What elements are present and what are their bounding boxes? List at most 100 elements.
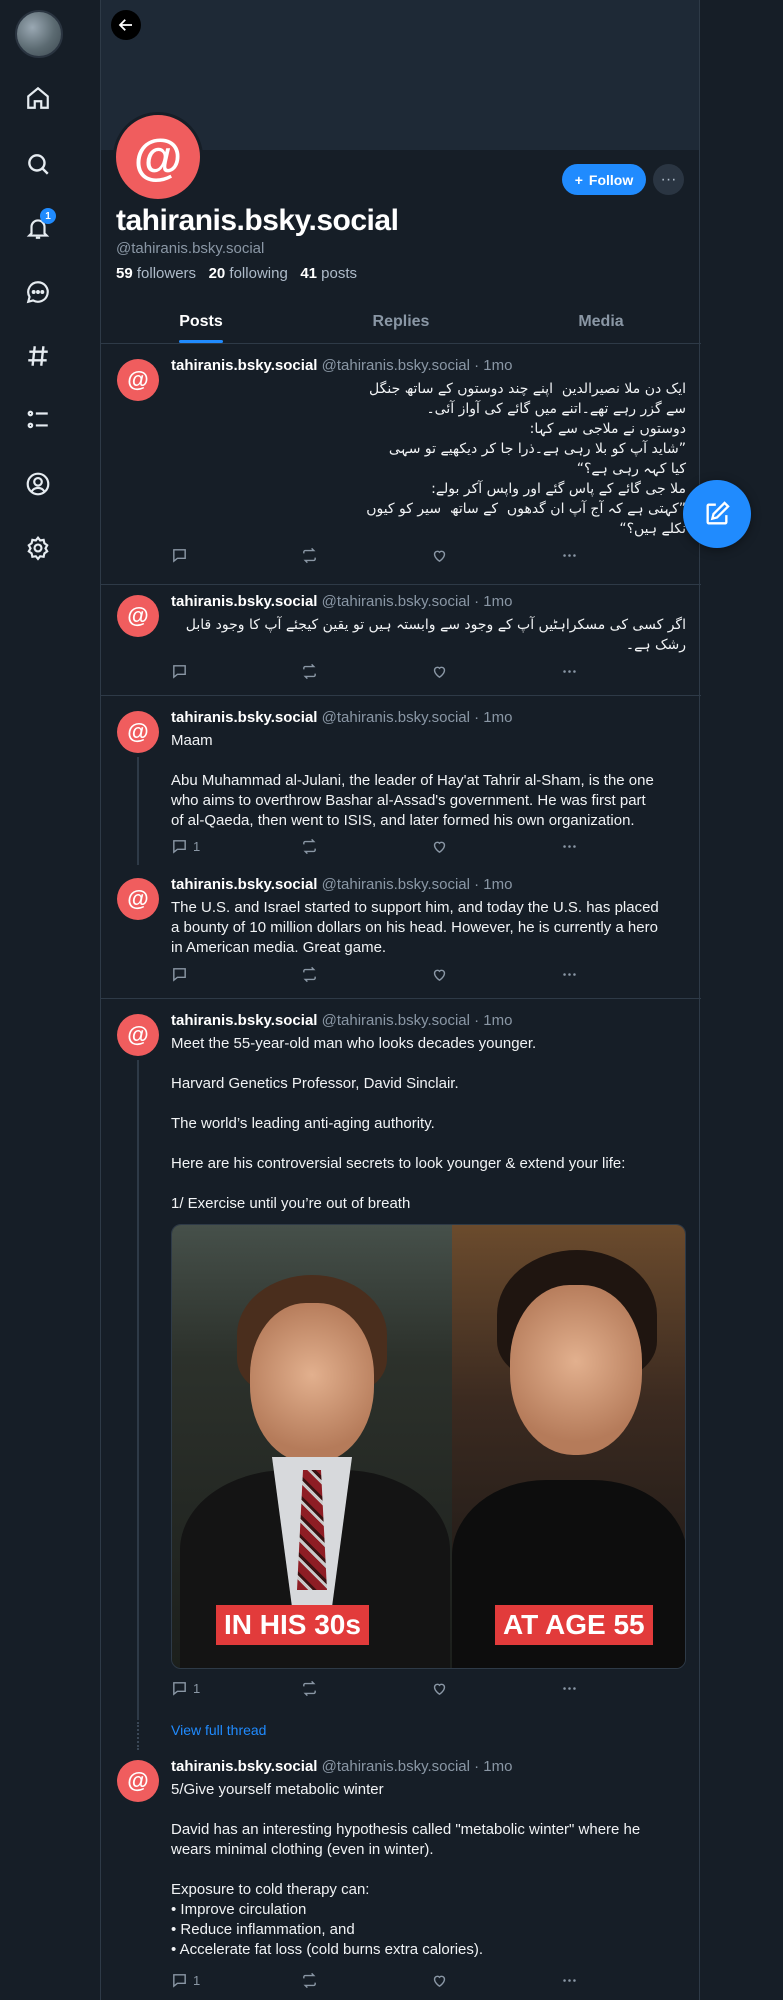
user-avatar[interactable] — [15, 10, 63, 58]
view-full-thread-link[interactable]: View full thread — [171, 1722, 266, 1738]
reply-button[interactable] — [171, 547, 193, 564]
bell-icon[interactable]: 1 — [22, 208, 56, 244]
post-header: tahiranis.bsky.social @tahiranis.bsky.so… — [171, 1758, 513, 1775]
reply-button[interactable]: 1 — [171, 1972, 200, 1989]
post-author[interactable]: tahiranis.bsky.social — [171, 876, 317, 893]
heart-icon — [433, 841, 446, 854]
like-button[interactable] — [431, 547, 448, 564]
post-author[interactable]: tahiranis.bsky.social — [171, 1758, 317, 1775]
followers-count: 59 — [116, 265, 133, 282]
feed-post[interactable]: @ tahiranis.bsky.social @tahiranis.bsky.… — [101, 1746, 701, 2000]
post-header: tahiranis.bsky.social @tahiranis.bsky.so… — [171, 357, 513, 374]
repost-icon — [303, 1680, 316, 1697]
profile-avatar[interactable]: @ — [113, 112, 203, 202]
post-more-button[interactable] — [561, 966, 578, 983]
profile-icon[interactable] — [22, 468, 54, 500]
post-avatar[interactable]: @ — [117, 1760, 159, 1802]
post-actions — [171, 966, 591, 986]
divider — [101, 998, 701, 999]
list-icon[interactable] — [22, 404, 54, 436]
post-text: 5/Give yourself metabolic winter David h… — [171, 1781, 641, 1958]
following-link[interactable]: 20 following — [209, 265, 288, 282]
post-avatar[interactable]: @ — [117, 878, 159, 920]
heart-icon — [433, 666, 446, 679]
ellipsis-icon — [563, 973, 576, 976]
post-author[interactable]: tahiranis.bsky.social — [171, 1012, 317, 1029]
posts-label: posts — [321, 265, 358, 282]
repost-icon — [303, 838, 316, 855]
reply-button[interactable]: 1 — [171, 838, 200, 855]
post-actions — [171, 663, 591, 683]
reply-icon — [173, 968, 186, 982]
reply-count: 1 — [193, 1973, 201, 1988]
profile-tabs: Posts Replies Media — [101, 300, 701, 344]
post-more-button[interactable] — [561, 547, 578, 564]
chat-icon[interactable] — [22, 276, 54, 308]
post-meta: @tahiranis.bsky.social · 1mo — [321, 1012, 513, 1029]
posts-stat: 41 posts — [300, 265, 357, 282]
like-button[interactable] — [431, 838, 448, 855]
post-avatar[interactable]: @ — [117, 711, 159, 753]
repost-button[interactable] — [301, 966, 318, 983]
post-more-button[interactable] — [561, 1680, 578, 1697]
post-author[interactable]: tahiranis.bsky.social — [171, 593, 317, 610]
like-button[interactable] — [431, 1972, 448, 1989]
like-button[interactable] — [431, 966, 448, 983]
left-sidebar: 1 — [0, 0, 78, 2000]
reply-button[interactable] — [171, 663, 193, 680]
image-caption-left: IN HIS 30s — [216, 1605, 369, 1645]
post-author[interactable]: tahiranis.bsky.social — [171, 709, 317, 726]
at-sign-icon: @ — [133, 129, 183, 185]
ellipsis-icon — [563, 845, 576, 848]
image-right-panel: AT AGE 55 — [452, 1225, 685, 1668]
gear-icon[interactable] — [22, 532, 54, 564]
post-author[interactable]: tahiranis.bsky.social — [171, 357, 317, 374]
repost-button[interactable] — [301, 547, 318, 564]
post-avatar[interactable]: @ — [117, 1014, 159, 1056]
repost-button[interactable] — [301, 1680, 318, 1697]
reply-count: 1 — [193, 1681, 201, 1696]
tab-posts[interactable]: Posts — [101, 300, 301, 343]
like-button[interactable] — [431, 1680, 448, 1697]
post-image[interactable]: IN HIS 30s AT AGE 55 — [171, 1224, 686, 1669]
heart-icon — [433, 969, 446, 982]
followers-link[interactable]: 59 followers — [116, 265, 196, 282]
heart-icon — [433, 550, 446, 563]
repost-icon — [303, 1972, 316, 1989]
profile-display-name: tahiranis.bsky.social — [116, 204, 399, 237]
post-avatar[interactable]: @ — [117, 359, 159, 401]
post-text: اگر کسی کی مسکراہٹیں آپ کے وجود سے وابست… — [185, 617, 686, 653]
post-avatar[interactable]: @ — [117, 595, 159, 637]
search-icon[interactable] — [22, 148, 54, 180]
tab-replies[interactable]: Replies — [301, 300, 501, 343]
post-text: Maam Abu Muhammad al-Julani, the leader … — [171, 732, 654, 829]
follow-button[interactable]: + Follow — [562, 164, 646, 195]
feed-post[interactable]: @ tahiranis.bsky.social @tahiranis.bsky.… — [101, 1000, 701, 1710]
more-options-button[interactable]: ··· — [653, 164, 684, 195]
post-actions — [171, 547, 591, 567]
post-more-button[interactable] — [561, 838, 578, 855]
repost-button[interactable] — [301, 1972, 318, 1989]
home-icon[interactable] — [22, 82, 54, 114]
feed-post[interactable]: @ tahiranis.bsky.social @tahiranis.bsky.… — [101, 697, 701, 865]
tab-media[interactable]: Media — [501, 300, 701, 343]
feed-post[interactable]: @ tahiranis.bsky.social @tahiranis.bsky.… — [101, 581, 701, 696]
feed-post[interactable]: @ tahiranis.bsky.social @tahiranis.bsky.… — [101, 864, 701, 994]
reply-button[interactable]: 1 — [171, 1680, 200, 1697]
post-header: tahiranis.bsky.social @tahiranis.bsky.so… — [171, 593, 513, 610]
post-more-button[interactable] — [561, 663, 578, 680]
image-left-panel: IN HIS 30s — [172, 1225, 452, 1668]
post-header: tahiranis.bsky.social @tahiranis.bsky.so… — [171, 876, 513, 893]
repost-button[interactable] — [301, 838, 318, 855]
repost-button[interactable] — [301, 663, 318, 680]
feed-post[interactable]: @ tahiranis.bsky.social @tahiranis.bsky.… — [101, 345, 701, 580]
following-count: 20 — [208, 265, 226, 282]
hashtag-icon[interactable] — [22, 340, 54, 372]
compose-post-button[interactable] — [683, 480, 751, 548]
back-button[interactable] — [111, 10, 141, 40]
followers-label: followers — [136, 265, 197, 282]
profile-handle: @tahiranis.bsky.social — [116, 240, 265, 257]
post-more-button[interactable] — [561, 1972, 578, 1989]
reply-button[interactable] — [171, 966, 193, 983]
like-button[interactable] — [431, 663, 448, 680]
